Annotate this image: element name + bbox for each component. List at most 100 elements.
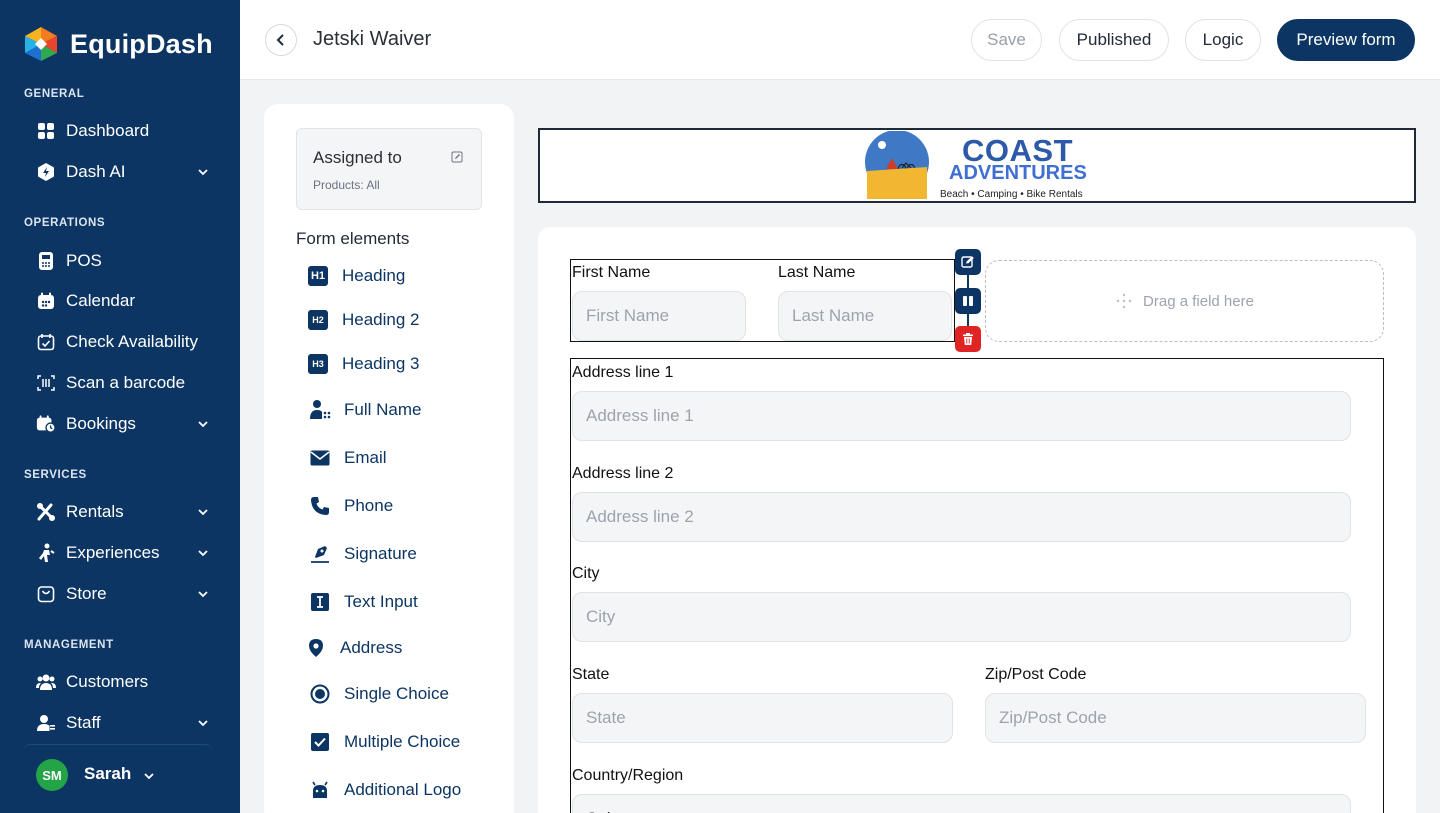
- form-elements-panel: Assigned to Products: All Form elements …: [264, 104, 514, 813]
- chevron-down-icon: [198, 509, 208, 516]
- nav-rentals-label: Rentals: [66, 502, 124, 521]
- zip-code-input[interactable]: Zip/Post Code: [985, 693, 1366, 743]
- element-text-input-label: Text Input: [344, 592, 418, 611]
- chevron-down-icon: [198, 421, 208, 428]
- trash-icon: [963, 333, 973, 345]
- nav-dashboard[interactable]: Dashboard: [36, 116, 216, 146]
- nav-staff[interactable]: Staff: [36, 708, 216, 738]
- nav-bookings[interactable]: Bookings: [36, 409, 216, 439]
- logo-text-adventures: ADVENTURES: [949, 162, 1087, 184]
- nav-pos[interactable]: POS: [36, 246, 216, 276]
- brand-name: EquipDash: [70, 28, 213, 59]
- first-name-input[interactable]: First Name: [572, 291, 746, 341]
- users-group-icon: [36, 672, 56, 692]
- rentals-tools-icon: [36, 502, 56, 522]
- staff-user-icon: [36, 713, 56, 733]
- back-button[interactable]: [265, 24, 297, 56]
- save-button[interactable]: Save: [971, 19, 1042, 61]
- heading-3-icon: H3: [308, 354, 328, 374]
- heading-1-icon: H1: [308, 266, 328, 286]
- element-email[interactable]: Email: [308, 445, 387, 471]
- nav-experiences-label: Experiences: [66, 543, 160, 562]
- state-label: State: [572, 666, 610, 683]
- nav-rentals[interactable]: Rentals: [36, 497, 216, 527]
- element-heading-3[interactable]: H3 Heading 3: [306, 351, 420, 377]
- nav-customers[interactable]: Customers: [36, 667, 216, 697]
- element-text-input[interactable]: Text Input: [308, 589, 418, 615]
- element-heading-2[interactable]: H2 Heading 2: [306, 307, 420, 333]
- element-heading-3-label: Heading 3: [342, 354, 420, 373]
- radio-icon: [308, 682, 332, 706]
- signature-pen-icon: [308, 542, 332, 566]
- element-phone-label: Phone: [344, 496, 394, 515]
- element-signature[interactable]: Signature: [308, 541, 417, 567]
- state-input[interactable]: State: [572, 693, 953, 743]
- form-logo-banner[interactable]: COAST ADVENTURES Beach • Camping • Bike …: [538, 128, 1416, 203]
- published-button[interactable]: Published: [1059, 19, 1169, 61]
- nav-scan-barcode[interactable]: Scan a barcode: [36, 368, 216, 398]
- element-single-choice-label: Single Choice: [344, 684, 449, 703]
- preview-form-button[interactable]: Preview form: [1277, 19, 1415, 61]
- nav-check-availability[interactable]: Check Availability: [36, 327, 216, 357]
- address-line-1-input[interactable]: Address line 1: [572, 391, 1351, 441]
- equipdash-logo-icon: [25, 27, 57, 61]
- form-canvas: First Name First Name Last Name Last Nam…: [538, 227, 1416, 813]
- nav-calendar[interactable]: Calendar: [36, 286, 216, 316]
- ai-hexagon-icon: [36, 162, 56, 182]
- chevron-down-icon: [198, 550, 208, 557]
- element-multiple-choice-label: Multiple Choice: [344, 732, 461, 751]
- element-phone[interactable]: Phone: [308, 493, 393, 519]
- sidebar: EquipDash GENERAL Dashboard Dash AI OPER…: [0, 0, 240, 813]
- delete-field-button[interactable]: [955, 326, 981, 352]
- section-services: SERVICES: [24, 469, 87, 481]
- address-line-1-label: Address line 1: [572, 364, 674, 381]
- first-name-label: First Name: [572, 264, 651, 281]
- drop-zone-label: Drag a field here: [1143, 292, 1254, 310]
- user-menu[interactable]: SM Sarah: [24, 744, 212, 804]
- nav-scan-barcode-label: Scan a barcode: [66, 373, 186, 392]
- assigned-to-card[interactable]: Assigned to Products: All: [296, 128, 482, 210]
- country-region-select[interactable]: Select: [572, 794, 1351, 813]
- columns-icon: [963, 296, 973, 306]
- element-email-label: Email: [344, 448, 387, 467]
- person-activity-icon: [36, 543, 56, 563]
- last-name-label: Last Name: [778, 264, 856, 281]
- drop-zone[interactable]: Drag a field here: [985, 260, 1384, 342]
- brand[interactable]: EquipDash: [22, 26, 213, 62]
- drag-move-icon: [1116, 293, 1132, 309]
- section-general: GENERAL: [24, 88, 85, 100]
- element-heading[interactable]: H1 Heading: [306, 263, 405, 289]
- element-full-name[interactable]: Full Name: [308, 397, 421, 423]
- logic-button[interactable]: Logic: [1185, 19, 1261, 61]
- checkbox-icon: [308, 730, 332, 754]
- city-input[interactable]: City: [572, 592, 1351, 642]
- nav-store[interactable]: Store: [36, 579, 216, 609]
- element-heading-label: Heading: [342, 266, 406, 285]
- city-label: City: [572, 565, 600, 582]
- last-name-input[interactable]: Last Name: [778, 291, 952, 341]
- pos-terminal-icon: [36, 251, 56, 271]
- edit-icon[interactable]: [451, 151, 463, 163]
- columns-button[interactable]: [955, 288, 981, 314]
- nav-customers-label: Customers: [66, 672, 149, 691]
- chevron-down-icon: [198, 720, 208, 727]
- element-address[interactable]: Address: [304, 635, 402, 661]
- address-line-2-input[interactable]: Address line 2: [572, 492, 1351, 542]
- nav-staff-label: Staff: [66, 713, 101, 732]
- nav-dash-ai[interactable]: Dash AI: [36, 157, 216, 187]
- element-single-choice[interactable]: Single Choice: [308, 681, 449, 707]
- assigned-to-title: Assigned to: [313, 148, 402, 167]
- assigned-to-products: Products: All: [313, 178, 380, 192]
- form-elements-title: Form elements: [296, 229, 410, 248]
- avatar: SM: [36, 759, 68, 791]
- element-additional-logo[interactable]: Additional Logo: [308, 777, 461, 803]
- barcode-scan-icon: [36, 373, 56, 393]
- coast-adventures-logo: COAST ADVENTURES Beach • Camping • Bike …: [856, 131, 1102, 201]
- edit-icon: [961, 256, 974, 268]
- mail-icon: [308, 446, 332, 470]
- nav-experiences[interactable]: Experiences: [36, 538, 216, 568]
- edit-field-button[interactable]: [955, 249, 981, 275]
- calendar-clock-icon: [36, 414, 56, 434]
- element-multiple-choice[interactable]: Multiple Choice: [308, 729, 460, 755]
- chevron-down-icon: [144, 773, 154, 780]
